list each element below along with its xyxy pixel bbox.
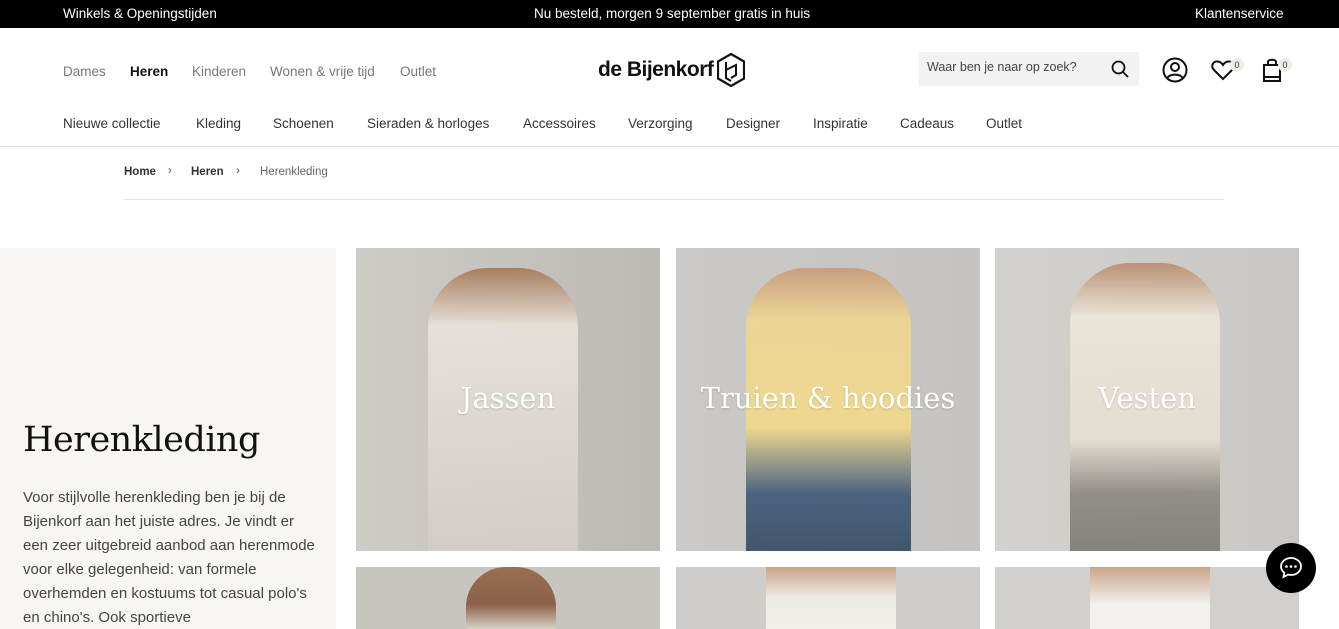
cat-cadeaus[interactable]: Cadeaus — [900, 116, 954, 131]
nav-outlet[interactable]: Outlet — [400, 64, 436, 79]
intro-text: Voor stijlvolle herenkleding ben je bij … — [23, 489, 315, 626]
category-tile-vesten[interactable]: Vesten — [995, 248, 1299, 551]
cat-accessoires[interactable]: Accessoires — [523, 116, 596, 131]
nav-heren[interactable]: Heren — [130, 64, 168, 79]
customer-service-link[interactable]: Klantenservice — [1195, 6, 1284, 21]
category-tile-truien[interactable]: Truien & hoodies — [676, 248, 980, 551]
category-tile-partial[interactable] — [676, 567, 980, 629]
category-tile-jassen[interactable]: Jassen — [356, 248, 660, 551]
chevron-right-icon: › — [236, 165, 240, 177]
breadcrumb-home[interactable]: Home — [124, 166, 156, 178]
wishlist-count-badge: 0 — [1230, 58, 1244, 72]
tile-label: Jassen — [460, 381, 556, 415]
search-icon[interactable] — [1111, 60, 1129, 78]
category-tile-partial[interactable] — [995, 567, 1299, 629]
search-input[interactable] — [927, 60, 1097, 74]
logo-text: de Bijenkorf — [598, 58, 714, 81]
user-icon[interactable] — [1162, 57, 1188, 83]
model-figure — [766, 567, 896, 629]
cat-verzorging[interactable]: Verzorging — [628, 116, 693, 131]
nav-dames[interactable]: Dames — [63, 64, 106, 79]
cat-designer[interactable]: Designer — [726, 116, 780, 131]
divider — [124, 199, 1224, 200]
cat-schoenen[interactable]: Schoenen — [273, 116, 334, 131]
intro-panel: Herenkleding Voor stijlvolle herenkledin… — [0, 248, 336, 629]
breadcrumb-heren[interactable]: Heren — [191, 166, 224, 178]
chat-bubble-icon — [1280, 557, 1302, 579]
page-title: Herenkleding — [23, 420, 260, 460]
model-figure — [466, 567, 556, 629]
chat-button[interactable] — [1266, 543, 1316, 593]
chevron-right-icon: › — [168, 165, 172, 177]
cat-sieraden[interactable]: Sieraden & horloges — [367, 116, 489, 131]
top-bar: Winkels & Openingstijden Nu besteld, mor… — [0, 0, 1339, 28]
delivery-message: Nu besteld, morgen 9 september gratis in… — [534, 6, 811, 21]
category-tile-partial[interactable] — [356, 567, 660, 629]
cart-count-badge: 0 — [1278, 58, 1292, 72]
cat-nieuwe-collectie[interactable]: Nieuwe collectie — [63, 116, 161, 131]
model-figure — [1090, 567, 1210, 629]
search-box — [919, 52, 1139, 86]
tile-label: Truien & hoodies — [700, 381, 956, 415]
cat-outlet[interactable]: Outlet — [986, 116, 1022, 131]
nav-wonen[interactable]: Wonen & vrije tijd — [270, 64, 375, 79]
stores-link[interactable]: Winkels & Openingstijden — [63, 6, 217, 21]
cat-kleding[interactable]: Kleding — [196, 116, 241, 131]
header: Dames Heren Kinderen Wonen & vrije tijd … — [0, 28, 1339, 147]
logo[interactable]: de Bijenkorf — [598, 53, 746, 87]
tile-label: Vesten — [1098, 381, 1196, 415]
logo-mark-icon — [717, 53, 746, 87]
cat-inspiratie[interactable]: Inspiratie — [813, 116, 868, 131]
nav-kinderen[interactable]: Kinderen — [192, 64, 246, 79]
breadcrumb-current: Herenkleding — [260, 166, 328, 178]
